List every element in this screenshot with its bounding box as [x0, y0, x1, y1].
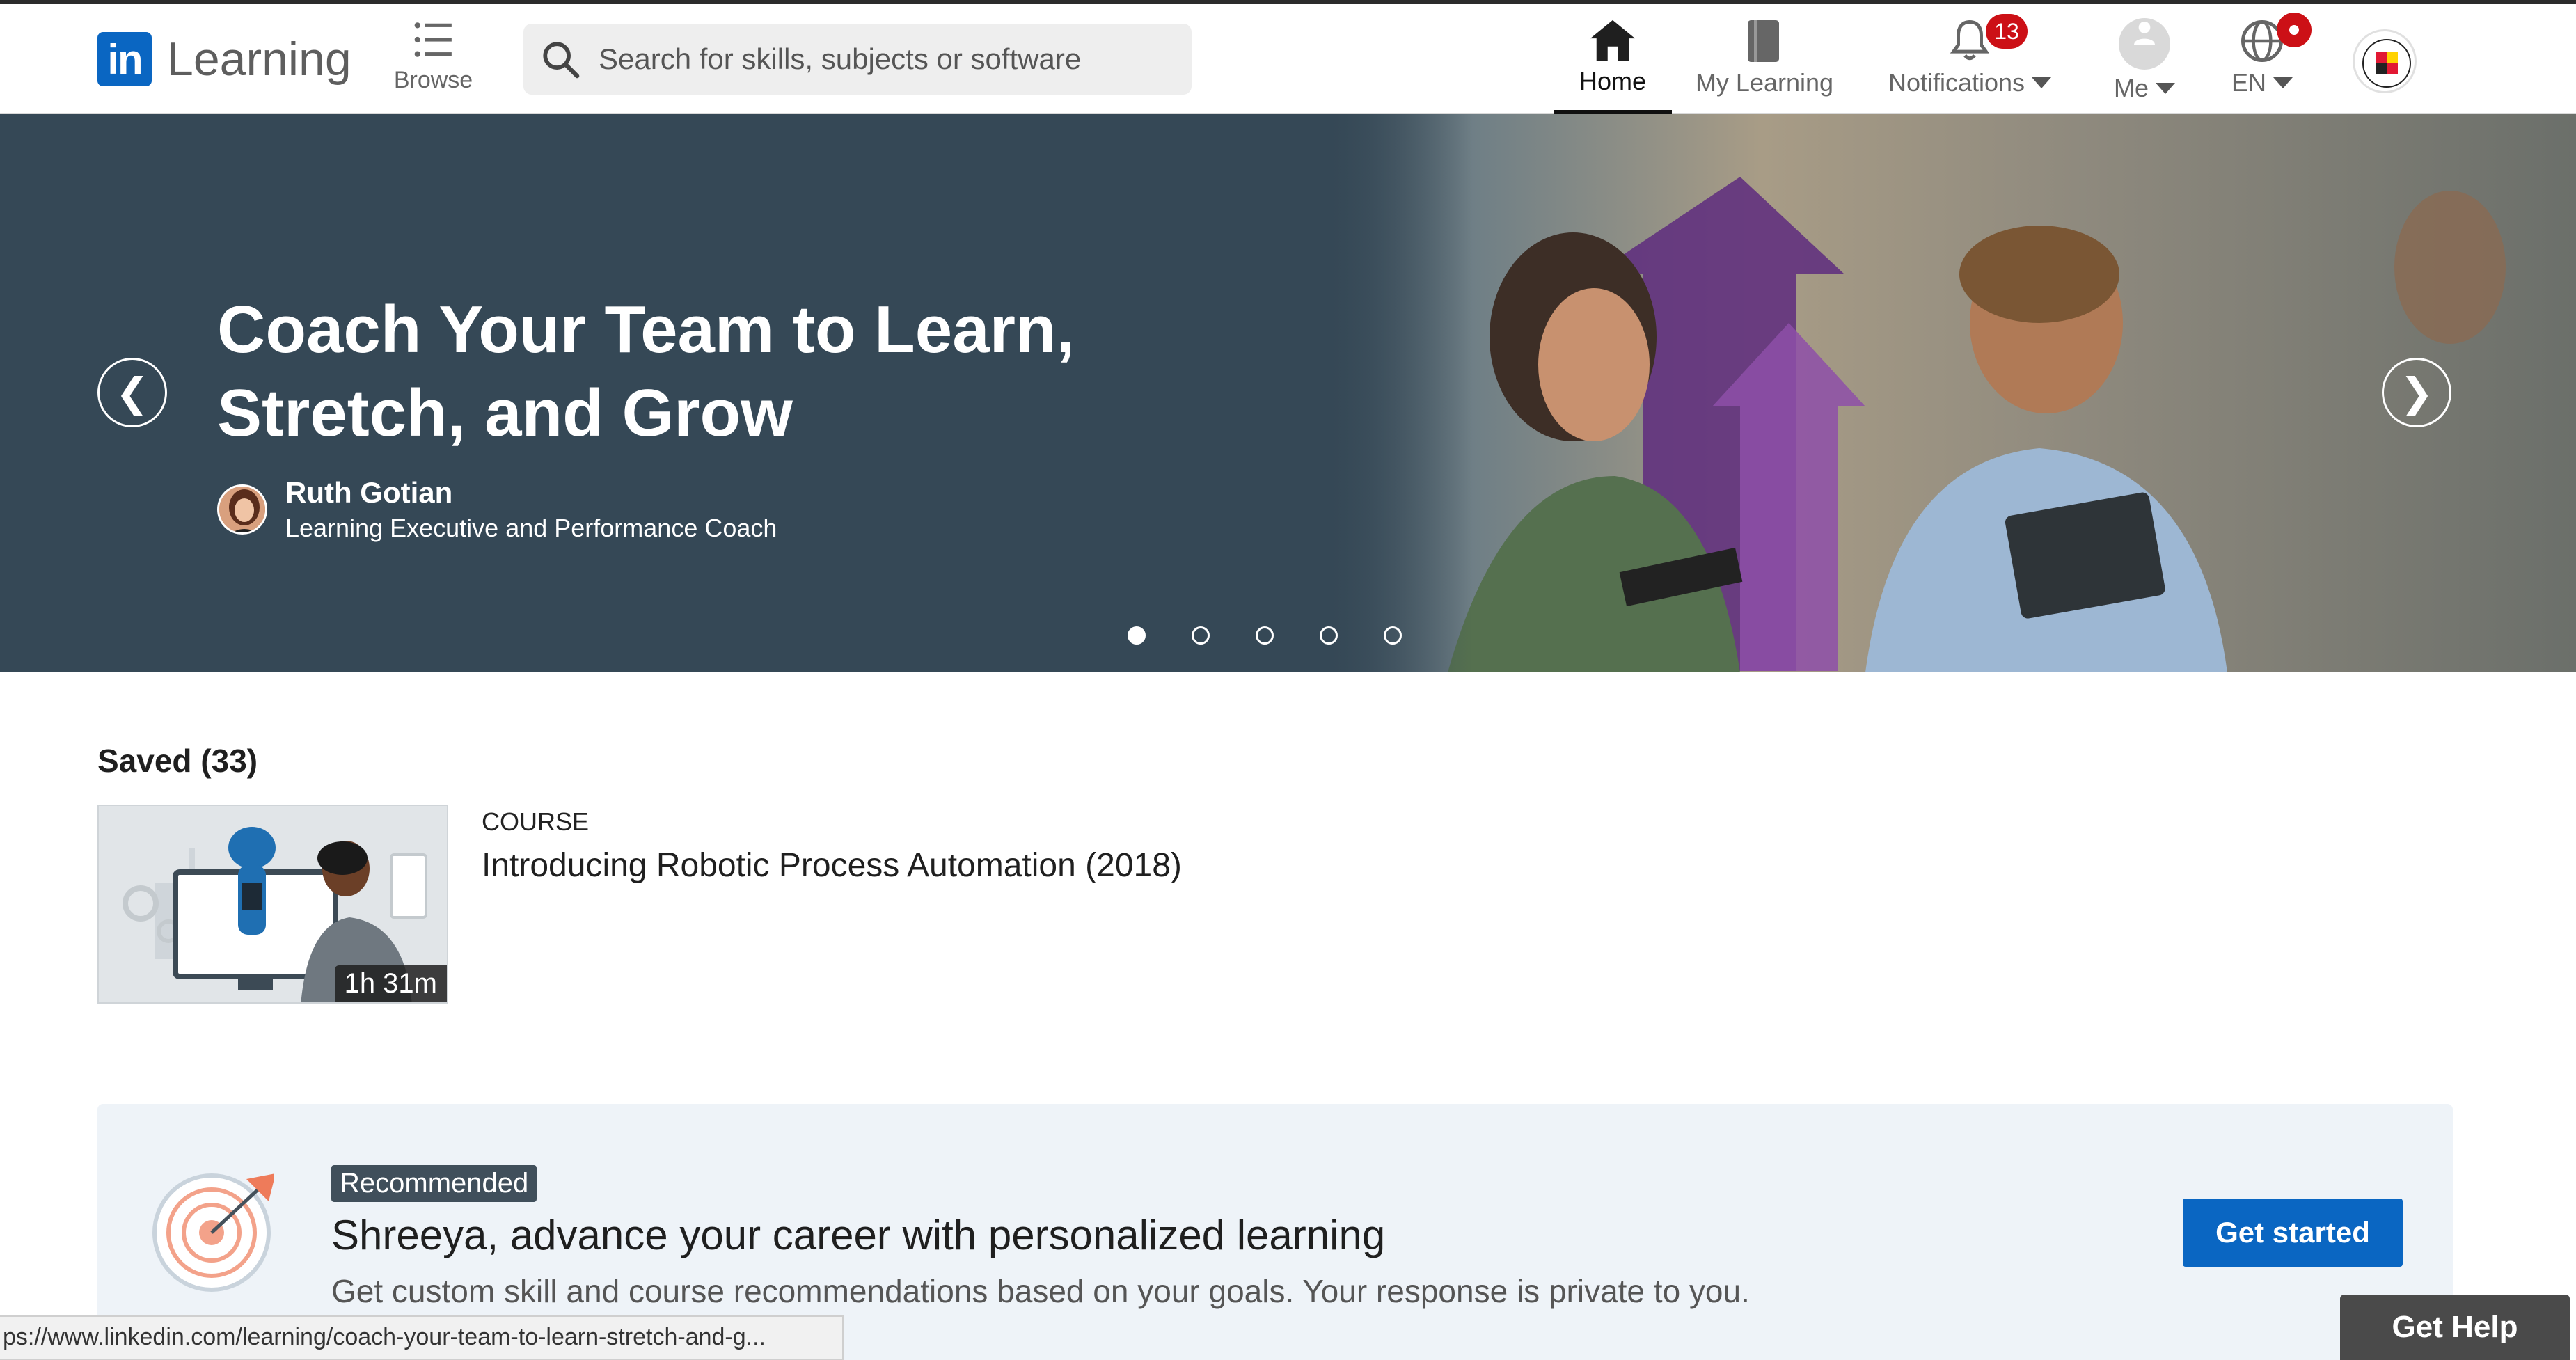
target-icon: [152, 1173, 274, 1292]
course-title-link[interactable]: Introducing Robotic Process Automation (…: [482, 846, 1182, 885]
hero-carousel[interactable]: ❮ ❯ Coach Your Team to Learn, Stretch, a…: [0, 114, 2576, 672]
author-role: Learning Executive and Performance Coach: [285, 514, 777, 542]
browser-status-url: ps://www.linkedin.com/learning/coach-you…: [0, 1315, 844, 1360]
notifications-count-badge: 13: [1986, 14, 2028, 49]
seal-graphic: [2362, 39, 2411, 88]
recommended-tag: Recommended: [331, 1165, 537, 1202]
chevron-down-icon: [2032, 77, 2052, 88]
course-thumbnail[interactable]: 1h 31m: [97, 805, 448, 1004]
browse-label: Browse: [393, 67, 473, 93]
carousel-dot-4[interactable]: [1320, 626, 1338, 645]
language-label: EN: [2231, 68, 2266, 97]
browse-button[interactable]: Browse: [390, 18, 477, 94]
search-icon: [543, 42, 580, 79]
search-bar[interactable]: [523, 24, 1192, 95]
author-portrait: [219, 487, 265, 532]
carousel-dot-1[interactable]: [1128, 626, 1146, 645]
get-started-button[interactable]: Get started: [2183, 1199, 2403, 1267]
carousel-dot-3[interactable]: [1256, 626, 1274, 645]
home-icon: [1590, 19, 1635, 61]
search-input[interactable]: [599, 42, 1169, 76]
course-type-label: COURSE: [482, 807, 590, 836]
top-navigation: in Learning Browse Home My Learning: [0, 4, 2576, 114]
nav-language[interactable]: EN: [2220, 13, 2312, 114]
carousel-dot-5[interactable]: [1384, 626, 1402, 645]
recommendation-subtitle: Get custom skill and course recommendati…: [331, 1273, 1750, 1309]
chevron-down-icon: [2273, 77, 2293, 88]
carousel-next-button[interactable]: ❯: [2382, 358, 2451, 427]
me-label: Me: [2113, 74, 2149, 102]
course-duration: 1h 31m: [334, 965, 447, 1002]
browse-list-icon: [414, 22, 452, 57]
author-avatar: [217, 484, 267, 535]
nav-home[interactable]: Home: [1554, 14, 1672, 114]
chevron-down-icon: [2156, 83, 2175, 94]
home-label: Home: [1579, 67, 1647, 95]
user-silhouette-icon: [2134, 22, 2155, 45]
book-icon: [1748, 20, 1779, 62]
nav-my-learning[interactable]: My Learning: [1691, 14, 1838, 114]
bell-icon-wrap: 13: [1945, 14, 2028, 64]
recommendation-title: Shreeya, advance your career with person…: [331, 1212, 1386, 1258]
my-learning-label: My Learning: [1695, 68, 1834, 97]
language-alert-dot: [2277, 13, 2312, 47]
hero-author[interactable]: Ruth Gotian Learning Executive and Perfo…: [217, 476, 777, 543]
globe-icon-wrap: [2238, 13, 2312, 64]
logo-text: Learning: [167, 33, 351, 86]
hero-title[interactable]: Coach Your Team to Learn, Stretch, and G…: [217, 288, 1331, 455]
author-name: Ruth Gotian: [285, 476, 453, 509]
linkedin-learning-logo[interactable]: in Learning: [97, 32, 351, 86]
carousel-dots: [1128, 626, 1402, 645]
nav-me[interactable]: Me: [2099, 14, 2190, 114]
linkedin-logo-mark: in: [97, 32, 152, 86]
get-help-button[interactable]: Get Help: [2340, 1295, 2570, 1360]
notifications-label: Notifications: [1888, 68, 2025, 97]
university-seal-icon[interactable]: [2353, 29, 2417, 93]
carousel-dot-2[interactable]: [1192, 626, 1210, 645]
carousel-prev-button[interactable]: ❮: [97, 358, 167, 427]
saved-heading[interactable]: Saved (33): [97, 742, 258, 780]
nav-notifications[interactable]: 13 Notifications: [1879, 14, 2060, 114]
user-icon: [2119, 18, 2170, 70]
